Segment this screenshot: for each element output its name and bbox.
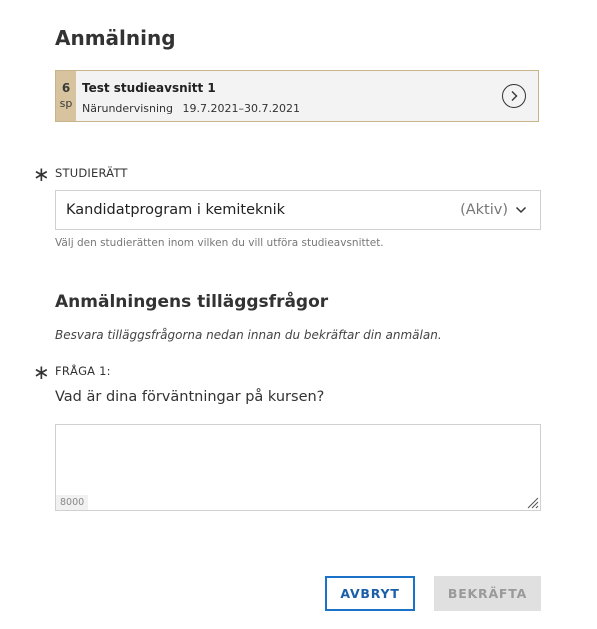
question-1-answer-field[interactable]: 8000 [55, 424, 541, 511]
required-asterisk: ∗ [33, 360, 50, 384]
questions-title: Anmälningens tilläggsfrågor [55, 292, 329, 312]
study-right-select[interactable]: Kandidatprogram i kemiteknik (Aktiv) [55, 190, 541, 230]
study-right-status: (Aktiv) [460, 202, 508, 218]
questions-instructions: Besvara tilläggsfrågorna nedan innan du … [55, 328, 442, 342]
confirm-button[interactable]: BEKRÄFTA [434, 576, 541, 611]
study-right-hint: Välj den studierätten inom vilken du vil… [55, 237, 384, 249]
required-asterisk: ∗ [33, 162, 50, 186]
course-type: Närundervisning [82, 102, 173, 115]
char-counter: 8000 [56, 495, 89, 510]
credits-unit: sp [59, 97, 73, 110]
open-course-button[interactable] [502, 84, 526, 108]
study-right-value: Kandidatprogram i kemiteknik [66, 202, 286, 218]
course-name: Test studieavsnitt 1 [82, 81, 216, 95]
course-meta: Närundervisning 19.7.2021–30.7.2021 [82, 102, 300, 115]
course-dates: 19.7.2021–30.7.2021 [182, 102, 300, 115]
credits-badge: 6 sp [56, 71, 76, 121]
cancel-button[interactable]: AVBRYT [325, 576, 415, 611]
study-right-label: STUDIERÄTT [55, 166, 128, 180]
dialog-title: Anmälning [55, 26, 176, 50]
question-1-text: Vad är dina förväntningar på kursen? [55, 389, 325, 405]
credits-value: 6 [61, 81, 71, 95]
question-1-label: FRÅGA 1: [55, 364, 111, 378]
resize-handle-icon[interactable] [525, 495, 539, 509]
chevron-right-icon [511, 91, 518, 101]
course-card[interactable]: 6 sp Test studieavsnitt 1 Närundervisnin… [55, 70, 539, 122]
chevron-down-icon [515, 206, 527, 214]
